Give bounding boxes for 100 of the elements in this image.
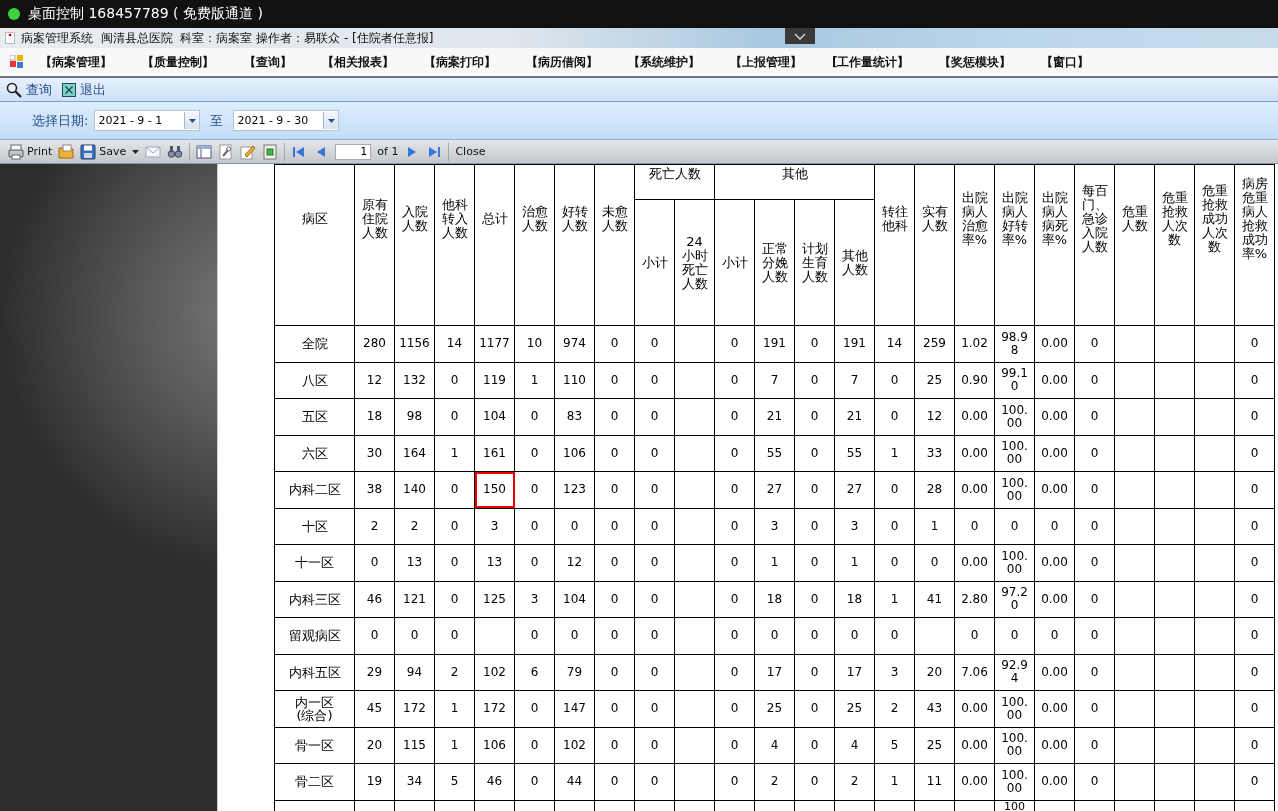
collapse-tab[interactable] bbox=[785, 28, 815, 44]
menu-item[interactable]: [工作量统计】 bbox=[824, 53, 932, 71]
table-cell: 0 bbox=[594, 617, 635, 654]
table-cell: 0 bbox=[634, 471, 675, 508]
table-cell: 0.00 bbox=[954, 435, 995, 472]
table-cell: 7.06 bbox=[954, 654, 995, 691]
pencil-icon[interactable] bbox=[240, 143, 257, 160]
table-cell: 100.00 bbox=[994, 435, 1035, 472]
column-header: 入院人数 bbox=[394, 164, 435, 326]
exit-button[interactable]: 退出 bbox=[62, 80, 106, 99]
menu-item[interactable]: 【查询】 bbox=[236, 53, 314, 71]
table-cell: 11 bbox=[914, 763, 955, 800]
column-header: 出院病人病死率% bbox=[1034, 164, 1075, 326]
table-cell: 100.00 bbox=[994, 471, 1035, 508]
dropdown-arrow-icon[interactable] bbox=[188, 118, 196, 123]
table-cell: 172 bbox=[394, 690, 435, 727]
table-cell: 0 bbox=[714, 508, 755, 545]
table-cell: 0.00 bbox=[954, 471, 995, 508]
column-header: 转往他科 bbox=[874, 164, 915, 326]
table-cell: 0 bbox=[714, 398, 755, 435]
table-cell: 0 bbox=[594, 471, 635, 508]
table-cell: 0 bbox=[634, 435, 675, 472]
date-field[interactable]: 2021 - 9 - 1 bbox=[94, 110, 201, 131]
menu-item[interactable]: 【病案管理】 bbox=[32, 53, 134, 71]
menu-item[interactable]: 【上报管理】 bbox=[722, 53, 824, 71]
caret-down-icon[interactable] bbox=[132, 149, 140, 154]
folder-icon[interactable] bbox=[58, 143, 75, 160]
table-cell: 0 bbox=[1234, 508, 1275, 545]
print-button[interactable]: Print bbox=[8, 143, 53, 160]
table-cell: 121 bbox=[394, 581, 435, 618]
table-cell: 0 bbox=[1074, 435, 1115, 472]
table-cell: 55 bbox=[754, 435, 795, 472]
table-cell: 0 bbox=[1074, 763, 1115, 800]
save-button[interactable]: Save bbox=[80, 143, 127, 160]
table-cell: 125 bbox=[474, 581, 515, 618]
table-cell: 25 bbox=[754, 690, 795, 727]
query-button[interactable]: 查询 bbox=[6, 80, 52, 99]
table-cell: 0 bbox=[754, 617, 795, 654]
table-cell: 0 bbox=[874, 398, 915, 435]
table-cell: 0 bbox=[634, 544, 675, 581]
table-cell: 0 bbox=[434, 581, 475, 618]
date-field[interactable]: 2021 - 9 - 30 bbox=[233, 110, 340, 131]
table-cell: 0 bbox=[794, 435, 835, 472]
close-report-button[interactable]: Close bbox=[455, 145, 486, 158]
column-header: 小计 bbox=[714, 199, 755, 326]
menu-item[interactable]: 【病历借阅】 bbox=[518, 53, 620, 71]
menu-item[interactable]: 【窗口】 bbox=[1033, 53, 1112, 71]
table-cell: 3 bbox=[754, 508, 795, 545]
table-cell[interactable]: 150 bbox=[474, 471, 515, 508]
column-header: 好转人数 bbox=[554, 164, 595, 326]
table-cell: 2 bbox=[434, 654, 475, 691]
table-cell: 0 bbox=[794, 398, 835, 435]
menu-item[interactable]: 【病案打印】 bbox=[416, 53, 518, 71]
table-cell: 140 bbox=[394, 471, 435, 508]
export-icon[interactable] bbox=[262, 143, 279, 160]
table-cell: 13 bbox=[474, 544, 515, 581]
table-cell: 0 bbox=[634, 398, 675, 435]
table-cell: 0 bbox=[954, 508, 995, 545]
table-cell: 0 bbox=[1034, 508, 1075, 545]
page-number-field[interactable]: 1 bbox=[335, 143, 372, 160]
close-icon bbox=[62, 82, 76, 97]
table-cell: 3 bbox=[834, 508, 875, 545]
table-cell: 0 bbox=[514, 398, 555, 435]
wrench-icon[interactable] bbox=[218, 143, 235, 160]
ward-cell: 内一区 (综合) bbox=[274, 690, 355, 727]
table-cell: 29 bbox=[354, 654, 395, 691]
column-header: 总计 bbox=[474, 164, 515, 326]
table-cell: 0 bbox=[514, 508, 555, 545]
table-cell: 0 bbox=[594, 362, 635, 399]
table-cell: 0 bbox=[1074, 325, 1115, 362]
menu-item[interactable]: 【奖惩模块】 bbox=[931, 53, 1034, 71]
table-cell: 17 bbox=[754, 654, 795, 691]
table-cell: 0 bbox=[714, 654, 755, 691]
table-cell: 0 bbox=[434, 617, 475, 654]
table-cell: 0 bbox=[954, 617, 995, 654]
menu-item[interactable]: 【相关报表】 bbox=[314, 53, 416, 71]
menu-item[interactable]: 【系统维护】 bbox=[620, 53, 722, 71]
column-header: 未愈人数 bbox=[594, 164, 635, 326]
column-header: 病房危重病人抢救成功率% bbox=[1234, 164, 1275, 326]
table-cell: 27 bbox=[754, 471, 795, 508]
table-cell: 104 bbox=[474, 398, 515, 435]
ward-cell: 内科二区 bbox=[274, 471, 355, 508]
table-cell: 0.00 bbox=[954, 544, 995, 581]
table-cell: 0 bbox=[1074, 508, 1115, 545]
table-cell: 98.98 bbox=[994, 325, 1035, 362]
table-cell: 0 bbox=[1074, 690, 1115, 727]
table-cell: 21 bbox=[754, 398, 795, 435]
binoculars-icon[interactable] bbox=[167, 143, 184, 160]
windows-icon[interactable] bbox=[10, 55, 24, 69]
table-cell: 13 bbox=[394, 544, 435, 581]
table-cell: 0 bbox=[834, 617, 875, 654]
table-cell: 12 bbox=[354, 362, 395, 399]
table-cell: 0 bbox=[634, 617, 675, 654]
menu-item[interactable]: 【质量控制】 bbox=[134, 53, 236, 71]
table-cell: 0 bbox=[1234, 435, 1275, 472]
table-cell: 0 bbox=[634, 654, 675, 691]
page-layout-icon[interactable] bbox=[196, 143, 213, 160]
dropdown-arrow-icon[interactable] bbox=[327, 118, 335, 123]
table-cell: 0 bbox=[354, 544, 395, 581]
table-cell: 0 bbox=[1074, 471, 1115, 508]
